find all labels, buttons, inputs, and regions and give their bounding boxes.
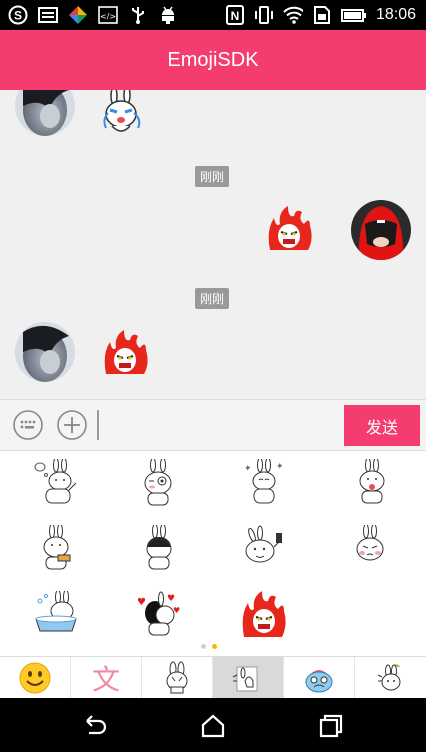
avatar-female[interactable]	[15, 322, 75, 382]
sticker-rabbit-blush[interactable]	[346, 523, 394, 573]
sticker-rabbit-bath[interactable]	[32, 589, 80, 639]
sim-icon	[312, 5, 332, 25]
sticker-rabbit-tongue[interactable]	[346, 457, 394, 507]
colorful-app-icon	[68, 5, 88, 25]
svg-text:S: S	[14, 9, 22, 23]
vibrate-icon	[254, 5, 274, 25]
tab-blue-monster[interactable]	[284, 657, 355, 699]
sticker-rabbit-shadow[interactable]	[135, 523, 183, 573]
avatar-red-hood[interactable]	[351, 200, 411, 260]
fire-angry-sticker[interactable]	[102, 330, 148, 376]
page-dot-active	[212, 644, 217, 649]
rabbit-wave-pack-icon	[232, 666, 258, 692]
message-timestamp: 刚刚	[195, 288, 230, 309]
input-bar: 发送	[0, 399, 426, 451]
status-bar: S </> N 18:06	[0, 0, 426, 30]
gallery-icon	[38, 5, 58, 25]
sticker-rabbit-love[interactable]: ♥ ♥ ♥	[135, 591, 183, 639]
back-icon[interactable]	[83, 713, 109, 739]
page-indicator	[0, 643, 426, 651]
sticker-rabbit-phone[interactable]	[240, 525, 288, 573]
code-icon: </>	[98, 5, 118, 25]
sticker-rabbit-wink[interactable]	[135, 457, 183, 507]
navigation-bar	[0, 698, 426, 752]
svg-text:✦: ✦	[244, 464, 252, 474]
sticker-pack-tabs: 文	[0, 656, 426, 699]
message-timestamp: 刚刚	[195, 166, 230, 187]
rabbit-sprout-pack-icon	[377, 664, 400, 691]
usb-icon	[128, 5, 148, 25]
recents-icon[interactable]	[318, 713, 344, 739]
sticker-rabbit-sparkle[interactable]: ✦ ✦	[240, 457, 288, 507]
tab-text[interactable]: 文	[71, 657, 142, 699]
battery-icon	[340, 5, 367, 25]
chat-area[interactable]: 刚刚 刚刚	[0, 90, 426, 399]
tab-smiley[interactable]	[0, 657, 71, 699]
nfc-icon: N	[225, 5, 245, 25]
sticker-rabbit-eating[interactable]	[32, 523, 80, 573]
tab-rabbit[interactable]	[142, 657, 213, 699]
svg-text:N: N	[231, 9, 240, 23]
rabbit-pack-icon	[166, 661, 188, 694]
skype-icon: S	[8, 5, 28, 25]
plus-circle-icon[interactable]	[57, 410, 87, 440]
message-input[interactable]	[97, 410, 99, 440]
svg-text:♥: ♥	[167, 594, 175, 604]
wifi-icon	[283, 5, 303, 25]
text-wen-icon: 文	[91, 663, 120, 696]
sticker-fire-angry[interactable]	[240, 591, 288, 639]
android-debug-icon	[158, 5, 178, 25]
sticker-rabbit-thinking[interactable]	[32, 457, 80, 507]
sticker-grid: ✦ ✦ ♥ ♥ ♥	[0, 451, 426, 651]
avatar-female[interactable]	[15, 90, 75, 136]
emoji-keyboard-icon[interactable]	[13, 410, 43, 440]
fire-angry-sticker[interactable]	[266, 206, 312, 252]
status-time: 18:06	[375, 6, 416, 23]
home-icon[interactable]	[200, 713, 226, 739]
app-bar: EmojiSDK	[0, 30, 426, 90]
tab-rabbit-sprout[interactable]	[355, 657, 426, 699]
app-title: EmojiSDK	[167, 49, 259, 71]
tab-rabbit-wave[interactable]	[213, 657, 284, 699]
send-button[interactable]: 发送	[344, 405, 420, 446]
rabbit-crying-sticker[interactable]	[100, 90, 146, 136]
blue-monster-pack-icon	[305, 670, 333, 693]
svg-text:✦: ✦	[276, 462, 284, 472]
smiley-emoji-icon	[19, 662, 51, 694]
svg-text:♥: ♥	[137, 597, 146, 608]
page-dot	[201, 644, 206, 649]
svg-text:</>: </>	[100, 12, 116, 21]
